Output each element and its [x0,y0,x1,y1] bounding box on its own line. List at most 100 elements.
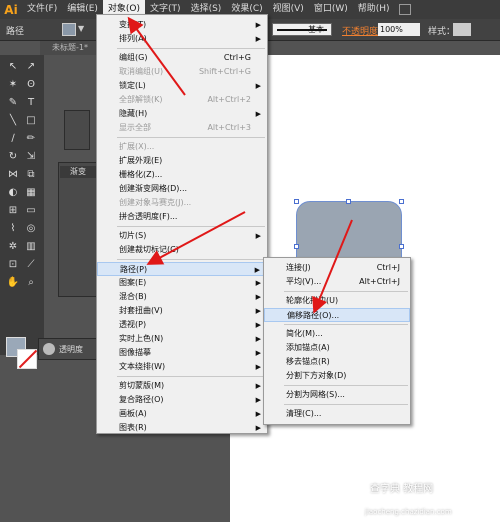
menu-unlock-all[interactable]: 全部解锁(K) Alt+Ctrl+2 [97,93,267,107]
submenu-average[interactable]: 平均(V)... Alt+Ctrl+J [264,275,410,289]
submenu-arrow-icon: ▶ [255,307,261,315]
column-graph-tool-icon[interactable]: ▥ [24,241,38,253]
hand-tool-icon[interactable]: ✋ [6,277,20,289]
selection-handle[interactable] [399,199,404,204]
submenu-clean-up[interactable]: 清理(C)... [264,407,410,421]
selection-type-label: 路径 [6,27,25,37]
menu-clipping-mask[interactable]: 剪切蒙版(M) ▶ [97,379,267,393]
graphic-style-picker[interactable] [453,23,471,36]
selection-tool-icon[interactable]: ↖ [6,61,20,73]
menu-pattern[interactable]: 图案(E) ▶ [97,276,267,290]
opacity-link[interactable]: 不透明度 [342,24,378,37]
menu-expand-appearance[interactable]: 扩展外观(E) [97,154,267,168]
symbol-sprayer-tool-icon[interactable]: ✲ [6,241,20,253]
eyedropper-tool-icon[interactable]: ⌇ [6,223,20,235]
gradient-panel-title[interactable]: 渐变 [60,166,96,178]
selection-handle[interactable] [399,244,404,249]
menu-ungroup[interactable]: 取消编组(U) Shift+Ctrl+G [97,65,267,79]
menu-help[interactable]: 帮助(H) [353,0,395,19]
submenu-divide-objects-below[interactable]: 分割下方对象(D) [264,369,410,383]
lasso-tool-icon[interactable]: ʘ [24,79,38,91]
transparency-panel-tab[interactable]: 透明度 [38,338,98,360]
menu-window[interactable]: 窗口(W) [309,0,353,19]
menu-group[interactable]: 编组(G) Ctrl+G [97,51,267,65]
rectangle-tool-icon[interactable]: □ [24,115,38,127]
menu-show-all[interactable]: 显示全部 Alt+Ctrl+3 [97,121,267,135]
menu-arrange[interactable]: 排列(A) ▶ [97,32,267,46]
submenu-simplify[interactable]: 简化(M)... [264,327,410,341]
selection-handle[interactable] [294,244,299,249]
submenu-join[interactable]: 连接(J) Ctrl+J [264,261,410,275]
menu-compound-path[interactable]: 复合路径(O) ▶ [97,393,267,407]
type-tool-icon[interactable]: T [24,97,38,109]
submenu-arrow-icon: ▶ [255,232,261,240]
menu-expand[interactable]: 扩展(X)... [97,140,267,154]
selection-handle[interactable] [294,199,299,204]
submenu-add-anchor-points[interactable]: 添加锚点(A) [264,341,410,355]
chevron-down-icon[interactable]: ▼ [78,24,84,33]
menu-create-trim-marks[interactable]: 创建裁切标记(C) [97,243,267,257]
menu-create-gradient-mesh[interactable]: 创建渐变网格(D)... [97,182,267,196]
fill-color-swatch[interactable] [62,23,76,36]
workspace-icons[interactable] [398,4,411,15]
submenu-outline-stroke[interactable]: 轮廓化描边(U) [264,294,410,308]
free-transform-tool-icon[interactable]: ⧉ [24,169,38,181]
submenu-arrow-icon: ▶ [255,335,261,343]
direct-selection-tool-icon[interactable]: ↗ [24,61,38,73]
menu-rasterize[interactable]: 栅格化(Z)... [97,168,267,182]
menu-envelope-distort[interactable]: 封套扭曲(V) ▶ [97,304,267,318]
menu-blend[interactable]: 混合(B) ▶ [97,290,267,304]
width-tool-icon[interactable]: ⋈ [6,169,20,181]
document-tab[interactable]: 未标题-1* [40,41,98,55]
submenu-arrow-icon: ▶ [255,279,261,287]
selection-handle[interactable] [346,199,351,204]
slice-tool-icon[interactable]: ⟋ [24,259,38,271]
zoom-tool-icon[interactable]: ⌕ [24,277,38,289]
rotate-tool-icon[interactable]: ↻ [6,151,20,163]
layout-icon[interactable] [398,4,411,15]
pen-tool-icon[interactable]: ✎ [6,97,20,109]
menu-file[interactable]: 文件(F) [22,0,62,19]
menu-image-trace[interactable]: 图像描摹 ▶ [97,346,267,360]
mesh-tool-icon[interactable]: ⊞ [6,205,20,217]
magic-wand-tool-icon[interactable]: ✶ [6,79,20,91]
menu-perspective[interactable]: 透视(P) ▶ [97,318,267,332]
menu-divider [284,385,408,386]
line-tool-icon[interactable]: ╲ [6,115,20,127]
menu-flatten-transparency[interactable]: 拼合透明度(F)... [97,210,267,224]
pencil-tool-icon[interactable]: ✏ [24,133,38,145]
menu-view[interactable]: 视图(V) [268,0,309,19]
menu-create-object-mosaic[interactable]: 创建对象马赛克(J)... [97,196,267,210]
brush-style-label[interactable]: 基本 [308,24,324,35]
artboard-tool-icon[interactable]: ⊡ [6,259,20,271]
submenu-offset-path[interactable]: 偏移路径(O)... [264,308,410,322]
object-menu-dropdown: 变换(T) ▶ 排列(A) ▶ 编组(G) Ctrl+G 取消编组(U) Shift+C… [96,14,268,434]
path-submenu: 连接(J) Ctrl+J 平均(V)... Alt+Ctrl+J 轮廓化描边(U) … [263,257,411,425]
submenu-arrow-icon: ▶ [255,110,261,118]
menu-hide[interactable]: 隐藏(H) ▶ [97,107,267,121]
scale-tool-icon[interactable]: ⇲ [24,151,38,163]
submenu-split-into-grid[interactable]: 分割为网格(S)... [264,388,410,402]
blend-tool-icon[interactable]: ◎ [24,223,38,235]
submenu-arrow-icon: ▶ [255,21,261,29]
submenu-arrow-icon: ▶ [255,424,261,432]
perspective-grid-tool-icon[interactable]: ▦ [24,187,38,199]
style-label: 样式： [428,27,456,37]
shape-builder-tool-icon[interactable]: ◐ [6,187,20,199]
transparency-label: 透明度 [59,344,83,354]
menu-lock[interactable]: 锁定(L) ▶ [97,79,267,93]
menu-slice[interactable]: 切片(S) ▶ [97,229,267,243]
stroke-swatch[interactable] [17,349,37,369]
submenu-arrow-icon: ▶ [255,321,261,329]
menu-transform[interactable]: 变换(T) ▶ [97,18,267,32]
menu-live-paint[interactable]: 实时上色(N) ▶ [97,332,267,346]
menu-artboards[interactable]: 画板(A) ▶ [97,407,267,421]
opacity-input[interactable]: 100% [378,23,420,36]
paintbrush-tool-icon[interactable]: ∕ [6,133,20,145]
menu-text-wrap[interactable]: 文本绕排(W) ▶ [97,360,267,374]
gradient-tool-icon[interactable]: ▭ [24,205,38,217]
collapsed-panel[interactable] [64,110,90,150]
menu-path[interactable]: 路径(P) ▶ [97,262,267,276]
submenu-remove-anchor-points[interactable]: 移去锚点(R) [264,355,410,369]
menu-graph[interactable]: 图表(R) ▶ [97,421,267,435]
